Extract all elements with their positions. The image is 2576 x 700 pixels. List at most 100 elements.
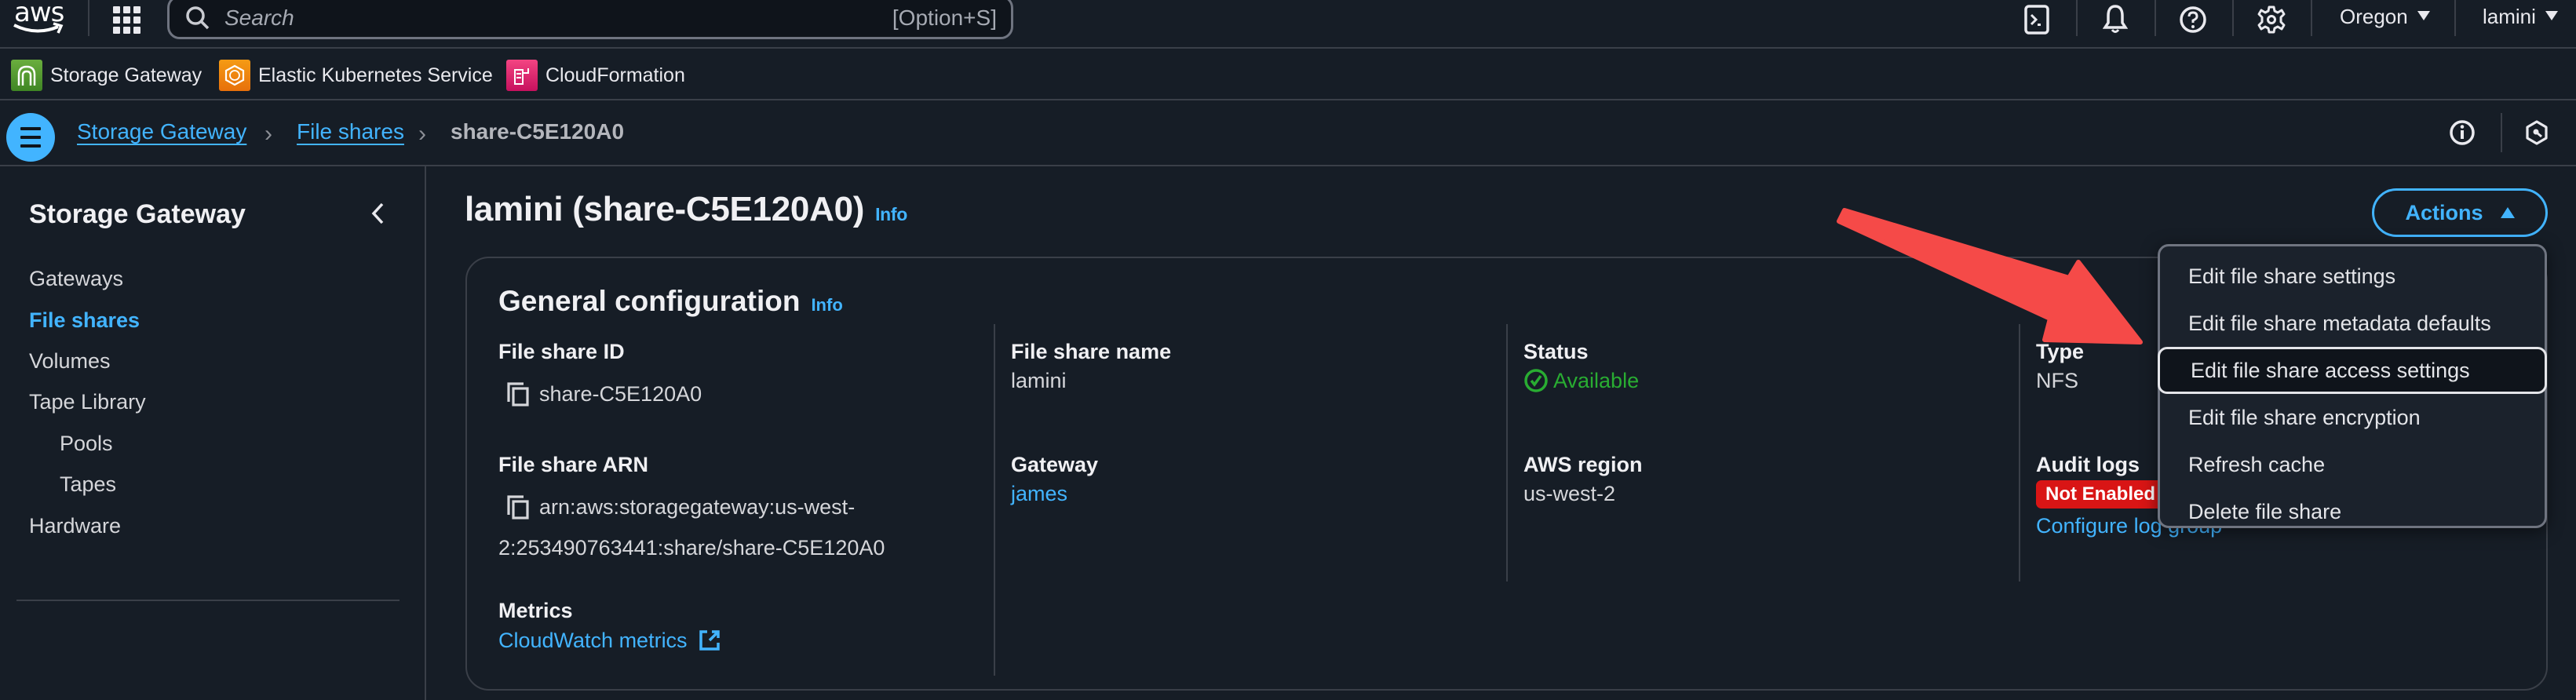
- field-label: File share ID: [498, 340, 625, 363]
- breadcrumb-storage-gateway[interactable]: Storage Gateway: [77, 119, 246, 144]
- notifications-button[interactable]: [2098, 3, 2133, 36]
- file-share-id-value: share-C5E120A0: [539, 382, 702, 406]
- info-panel-button[interactable]: [2449, 119, 2476, 150]
- actions-button[interactable]: Actions: [2372, 188, 2548, 237]
- sidebar-item-tape-library[interactable]: Tape Library: [29, 390, 146, 414]
- cloudshell-button[interactable]: [2020, 3, 2054, 36]
- search-shortcut: [Option+S]: [892, 5, 997, 30]
- card-title: General configuration Info: [498, 285, 843, 318]
- menu-item-edit-access-settings[interactable]: Edit file share access settings: [2158, 347, 2547, 394]
- breadcrumb-current: share-C5E120A0: [451, 119, 625, 144]
- file-share-name-value: lamini: [1011, 369, 1067, 392]
- aws-smile-icon: [13, 22, 64, 34]
- menu-item-edit-metadata-defaults[interactable]: Edit file share metadata defaults: [2158, 300, 2547, 347]
- divider: [2076, 0, 2078, 36]
- search-icon: [186, 6, 210, 30]
- cloudformation-icon: [506, 60, 538, 91]
- sidebar-title[interactable]: Storage Gateway: [29, 199, 246, 230]
- sidebar-item-hardware[interactable]: Hardware: [29, 514, 121, 538]
- field-status: Status Available: [1523, 340, 1639, 397]
- info-icon: [2450, 120, 2475, 145]
- settings-button[interactable]: [2254, 3, 2289, 36]
- menu-item-edit-encryption[interactable]: Edit file share encryption: [2158, 394, 2547, 441]
- chevron-left-icon[interactable]: [369, 201, 386, 226]
- menu-item-refresh-cache[interactable]: Refresh cache: [2158, 441, 2547, 488]
- sidebar-divider: [16, 600, 400, 601]
- menu-item-edit-file-share-settings[interactable]: Edit file share settings: [2158, 253, 2547, 300]
- breadcrumb-file-shares[interactable]: File shares: [297, 119, 404, 144]
- column-divider: [1506, 324, 1508, 582]
- field-type: Type NFS: [2036, 340, 2084, 397]
- favorite-storage-gateway[interactable]: Storage Gateway: [11, 60, 202, 91]
- field-metrics: Metrics CloudWatch metrics: [498, 599, 721, 658]
- amazon-q-icon: [2526, 120, 2548, 145]
- card-info-link[interactable]: Info: [811, 295, 842, 315]
- menu-item-delete-file-share[interactable]: Delete file share: [2158, 488, 2547, 535]
- divider: [88, 0, 89, 36]
- audit-logs-status-badge: Not Enabled: [2036, 480, 2166, 509]
- file-share-arn-line1: arn:aws:storagegateway:us-west-: [539, 495, 856, 519]
- storage-gateway-icon: [11, 60, 42, 91]
- status-indicator: Available: [1523, 364, 1639, 397]
- field-label: AWS region: [1523, 453, 1643, 476]
- region-value: us-west-2: [1523, 482, 1616, 505]
- help-icon: [2180, 6, 2206, 33]
- sidebar-item-tapes[interactable]: Tapes: [60, 472, 116, 497]
- type-value: NFS: [2036, 369, 2078, 392]
- caret-down-icon: [2417, 11, 2430, 21]
- hamburger-icon-line: [20, 136, 41, 139]
- page-title: lamini (share-C5E120A0) Info: [465, 190, 907, 229]
- user-menu[interactable]: lamini: [2483, 5, 2558, 29]
- eks-icon: [219, 60, 250, 91]
- field-label: Type: [2036, 340, 2085, 363]
- field-label: Gateway: [1011, 453, 1099, 476]
- amazon-q-button[interactable]: [2524, 119, 2549, 150]
- field-label: File share name: [1011, 340, 1172, 363]
- column-divider: [2019, 324, 2020, 582]
- gateway-link[interactable]: james: [1011, 477, 1098, 510]
- search-placeholder: Search: [224, 5, 294, 30]
- sidebar-item-gateways[interactable]: Gateways: [29, 267, 123, 291]
- top-navigation: aws Search [Option+S] Oregon lamini: [0, 0, 2576, 49]
- field-value: share-C5E120A0: [498, 374, 702, 414]
- chevron-right-icon: ›: [265, 121, 272, 147]
- services-grid-icon[interactable]: [113, 5, 141, 34]
- divider: [2311, 0, 2312, 36]
- favorite-eks[interactable]: Elastic Kubernetes Service: [219, 60, 493, 91]
- side-navigation: Storage Gateway Gateways File shares Vol…: [0, 166, 426, 700]
- sidebar-item-pools[interactable]: Pools: [60, 432, 113, 456]
- external-link-icon: [699, 630, 720, 651]
- field-label: Status: [1523, 340, 1589, 363]
- page-info-link[interactable]: Info: [875, 204, 907, 224]
- copy-icon[interactable]: [506, 381, 530, 407]
- field-aws-region: AWS region us-west-2: [1523, 453, 1643, 510]
- cloudshell-icon: [2024, 5, 2049, 35]
- caret-up-icon: [2500, 207, 2515, 218]
- field-file-share-name: File share name lamini: [1011, 340, 1171, 397]
- sidebar-item-file-shares[interactable]: File shares: [29, 308, 140, 333]
- aws-logo[interactable]: aws: [11, 0, 66, 36]
- copy-icon[interactable]: [506, 494, 530, 520]
- status-value: Available: [1553, 368, 1640, 392]
- favorite-label: Elastic Kubernetes Service: [258, 64, 493, 86]
- bell-icon: [2103, 5, 2128, 33]
- card-title-text: General configuration: [498, 285, 801, 317]
- region-selector[interactable]: Oregon: [2340, 5, 2430, 29]
- user-label: lamini: [2483, 5, 2536, 28]
- divider: [2232, 0, 2234, 36]
- field-label: File share ARN: [498, 453, 649, 476]
- sidebar-item-volumes[interactable]: Volumes: [29, 349, 111, 374]
- divider: [2454, 0, 2456, 36]
- actions-label: Actions: [2405, 200, 2483, 224]
- column-divider: [994, 324, 995, 676]
- cloudwatch-metrics-link[interactable]: CloudWatch metrics: [498, 629, 721, 652]
- page-title-text: lamini (share-C5E120A0): [465, 190, 865, 228]
- favorite-label: Storage Gateway: [50, 64, 203, 86]
- breadcrumb-bar: Storage Gateway › File shares › share-C5…: [0, 100, 2576, 166]
- divider: [2155, 0, 2156, 36]
- side-navigation-toggle[interactable]: [6, 113, 55, 162]
- caret-down-icon: [2545, 11, 2558, 21]
- favorite-cloudformation[interactable]: CloudFormation: [506, 60, 685, 91]
- help-button[interactable]: [2176, 3, 2210, 36]
- search-input[interactable]: Search [Option+S]: [167, 0, 1013, 39]
